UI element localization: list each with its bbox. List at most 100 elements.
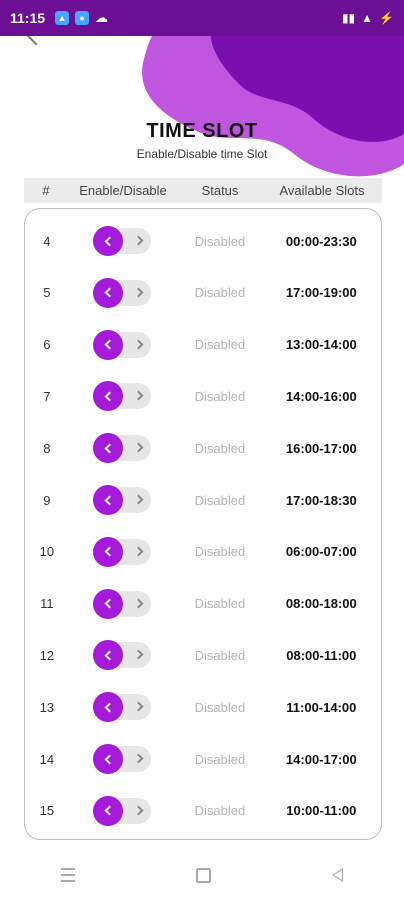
enable-toggle[interactable] <box>93 795 152 826</box>
time-slot-label: 08:00-18:00 <box>285 596 357 612</box>
time-slot-label: 14:00-16:00 <box>285 388 357 404</box>
chevron-left-icon <box>104 546 115 557</box>
row-number: 4 <box>43 233 51 249</box>
enable-toggle[interactable] <box>93 277 152 308</box>
enable-toggle[interactable] <box>93 329 152 360</box>
row-number: 7 <box>43 388 51 404</box>
signal-icon: ▮▮ <box>341 11 356 25</box>
time-slot-table: 4 Disabled 00:00-23:30 5 Disabled 17:00-19:00… <box>24 208 382 840</box>
table-row: 8 Disabled 16:00-17:00 <box>25 422 381 474</box>
chevron-right-icon <box>133 598 144 609</box>
column-number: # <box>42 183 50 198</box>
notification-icon: ● <box>75 11 90 25</box>
chevron-right-icon <box>133 287 144 298</box>
chevron-left-icon <box>104 443 115 454</box>
chevron-left-icon <box>104 391 115 402</box>
time-slot-label: 17:00-18:30 <box>285 492 357 508</box>
table-row: 4 Disabled 00:00-23:30 <box>25 215 381 267</box>
column-status: Status <box>201 183 239 198</box>
enable-toggle[interactable] <box>93 536 152 567</box>
time-slot-label: 14:00-17:00 <box>285 751 357 767</box>
table-row: 5 Disabled 17:00-19:00 <box>25 267 381 319</box>
chevron-left-icon <box>104 650 115 661</box>
chevron-right-icon <box>133 390 144 401</box>
toggle-knob[interactable] <box>93 640 124 671</box>
toggle-knob[interactable] <box>93 588 124 619</box>
status-label: Disabled <box>194 647 246 663</box>
row-number: 13 <box>39 699 55 715</box>
toggle-knob[interactable] <box>93 329 124 360</box>
row-number: 12 <box>39 647 55 663</box>
wifi-icon: ▲ <box>361 11 374 25</box>
chevron-left-icon <box>104 339 115 350</box>
toggle-knob[interactable] <box>93 277 124 308</box>
enable-toggle[interactable] <box>93 226 152 256</box>
toggle-cell <box>69 381 178 412</box>
chevron-right-icon <box>133 805 144 816</box>
table-row: 13 Disabled 11:00-14:00 <box>25 681 381 733</box>
toggle-knob[interactable] <box>93 744 124 774</box>
chevron-right-icon <box>133 649 144 660</box>
toggle-knob[interactable] <box>93 485 124 515</box>
table-row: 14 Disabled 14:00-17:00 <box>25 733 381 785</box>
enable-toggle[interactable] <box>93 588 152 619</box>
toggle-knob[interactable] <box>93 536 124 567</box>
status-label: Disabled <box>194 337 246 353</box>
time-slot-label: 00:00-23:30 <box>285 233 357 249</box>
status-bar: 11:15 ▲ ● ☁ ▮▮ ▲ ⚡ <box>0 0 404 36</box>
time-slot-label: 13:00-14:00 <box>285 337 357 353</box>
toggle-knob[interactable] <box>93 692 124 723</box>
table-row: 12 Disabled 08:00-11:00 <box>25 629 381 681</box>
table-row: 10 Disabled 06:00-07:00 <box>25 526 381 578</box>
toggle-cell <box>69 536 178 567</box>
enable-toggle[interactable] <box>93 381 152 412</box>
chevron-left-icon <box>104 287 115 298</box>
toggle-cell <box>69 485 178 515</box>
toggle-cell <box>69 588 178 619</box>
status-icons: ▮▮ ▲ ⚡ <box>342 11 394 25</box>
toggle-cell <box>69 744 178 774</box>
status-label: Disabled <box>194 596 246 612</box>
toggle-knob[interactable] <box>93 381 124 412</box>
status-label: Disabled <box>194 544 246 560</box>
chevron-left-icon <box>104 805 115 816</box>
table-row: 6 Disabled 13:00-14:00 <box>25 319 381 371</box>
table-row: 7 Disabled 14:00-16:00 <box>25 370 381 422</box>
column-available-slots: Available Slots <box>279 183 365 198</box>
battery-icon: ⚡ <box>379 11 394 25</box>
status-label: Disabled <box>194 699 246 715</box>
time-slot-label: 10:00-11:00 <box>286 803 357 819</box>
chevron-right-icon <box>133 546 144 557</box>
menu-icon[interactable] <box>60 868 75 882</box>
table-row: 9 Disabled 17:00-18:30 <box>25 474 381 526</box>
chevron-left-icon <box>104 236 115 246</box>
toggle-cell <box>69 329 178 360</box>
status-time: 11:15 <box>10 10 46 26</box>
toggle-knob[interactable] <box>93 433 124 464</box>
status-label: Disabled <box>194 233 246 249</box>
enable-toggle[interactable] <box>93 485 152 515</box>
row-number: 14 <box>39 751 55 767</box>
row-number: 15 <box>39 803 55 819</box>
row-number: 9 <box>43 492 51 508</box>
page-subtitle: Enable/Disable time Slot <box>136 147 268 161</box>
enable-toggle[interactable] <box>93 692 152 723</box>
chevron-right-icon <box>133 753 144 764</box>
toggle-knob[interactable] <box>93 795 124 826</box>
toggle-knob[interactable] <box>93 226 124 256</box>
toggle-cell <box>69 277 178 308</box>
toggle-cell <box>69 226 178 256</box>
toggle-cell <box>69 433 178 464</box>
enable-toggle[interactable] <box>93 433 152 464</box>
time-slot-label: 06:00-07:00 <box>285 544 357 560</box>
enable-toggle[interactable] <box>93 640 152 671</box>
chevron-right-icon <box>133 442 144 453</box>
row-number: 8 <box>43 440 51 456</box>
toggle-cell <box>69 692 178 723</box>
back-icon[interactable] <box>332 868 344 882</box>
chevron-right-icon <box>133 235 144 246</box>
enable-toggle[interactable] <box>93 744 152 774</box>
home-icon[interactable] <box>195 867 211 883</box>
time-slot-label: 17:00-19:00 <box>285 285 357 301</box>
chevron-left-icon <box>104 495 115 505</box>
